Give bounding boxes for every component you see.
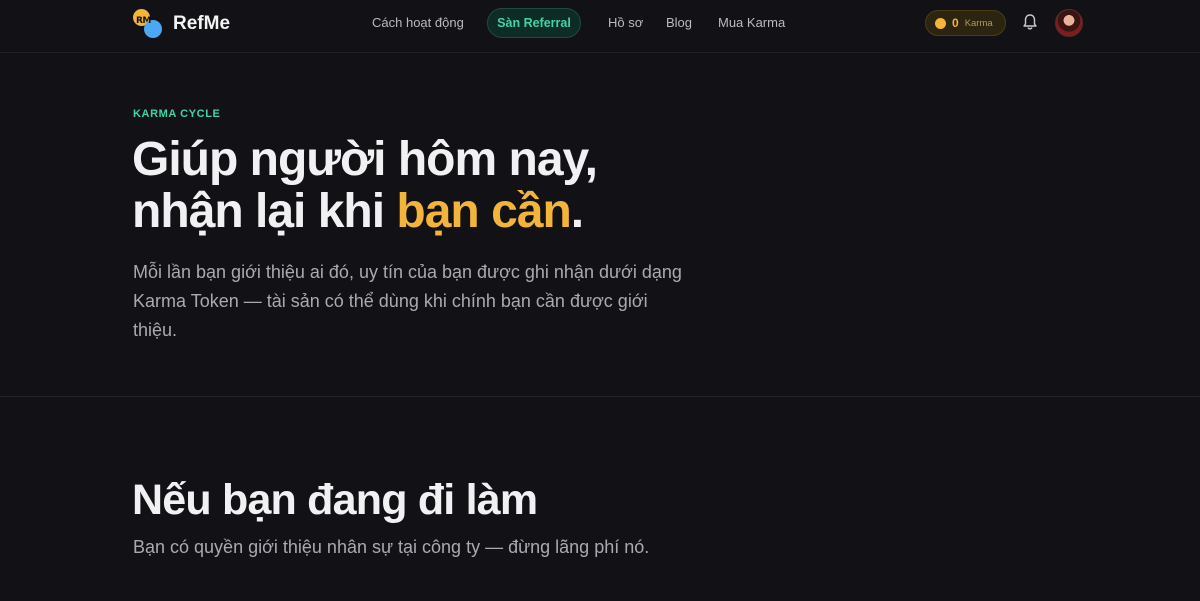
bell-icon[interactable] <box>1022 13 1038 31</box>
hero-eyebrow: KARMA CYCLE <box>133 108 221 120</box>
nav-buy-karma[interactable]: Mua Karma <box>718 15 785 30</box>
karma-balance-chip[interactable]: 0 Karma <box>925 10 1006 36</box>
headline-line2-suffix: . <box>570 185 584 238</box>
brand-name: RefMe <box>173 13 231 34</box>
karma-label: Karma <box>964 17 993 29</box>
section-subtitle: Bạn có quyền giới thiệu nhân sự tại công… <box>133 537 650 557</box>
nav-profile[interactable]: Hồ sơ <box>608 15 643 30</box>
coin-icon <box>935 17 946 29</box>
headline-line2-prefix: nhận lại khi <box>132 185 397 238</box>
logo-mark-icon: RM <box>133 9 163 39</box>
nav-referral-market[interactable]: Sàn Referral <box>487 8 581 38</box>
nav-how-it-works[interactable]: Cách hoạt động <box>372 15 464 30</box>
headline-line1: Giúp người hôm nay, <box>132 133 598 186</box>
top-navbar: RM RefMe Cách hoạt động Sàn Referral Hồ … <box>0 0 1200 53</box>
hero-lead: Mỗi lần bạn giới thiệu ai đó, uy tín của… <box>133 262 682 340</box>
hero-headline: Giúp người hôm nay, nhận lại khi bạn cần… <box>132 133 598 238</box>
karma-count: 0 <box>952 16 959 30</box>
section-title: Nếu bạn đang đi làm <box>132 476 538 524</box>
nav-blog[interactable]: Blog <box>666 15 692 30</box>
headline-accent: bạn cần <box>396 185 571 238</box>
user-avatar[interactable] <box>1055 9 1083 37</box>
brand-logo[interactable]: RM RefMe <box>133 9 230 39</box>
